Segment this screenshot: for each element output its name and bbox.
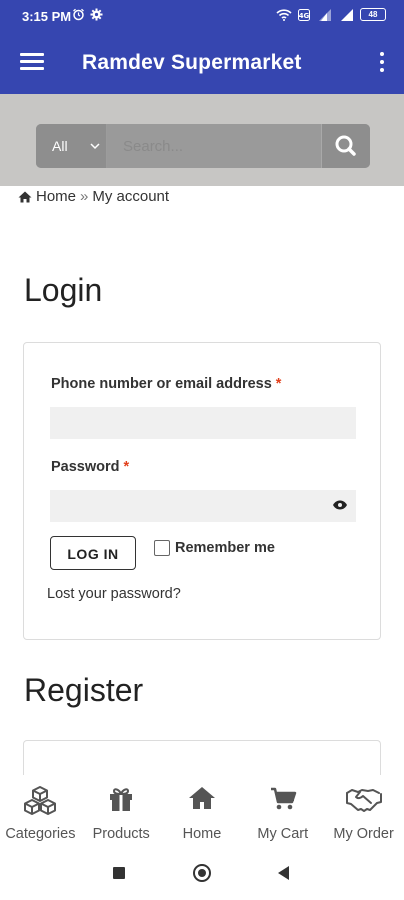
gift-icon [110, 788, 133, 811]
svg-text:4G: 4G [299, 12, 310, 20]
hamburger-menu-icon[interactable] [20, 53, 44, 73]
password-field[interactable] [50, 490, 356, 522]
required-mark-password: * [123, 459, 130, 475]
search-button[interactable] [321, 124, 370, 168]
chevron-down-icon [90, 124, 100, 168]
cubes-icon [24, 786, 57, 815]
remember-me-checkbox[interactable] [154, 540, 170, 556]
nav-categories[interactable]: Categories [0, 775, 81, 847]
alarm-icon [73, 8, 84, 21]
recent-apps-icon[interactable] [113, 867, 125, 879]
cart-icon [270, 787, 297, 810]
password-label: Password * [51, 459, 130, 475]
home-icon [188, 787, 215, 809]
signal-icon [319, 8, 331, 21]
login-heading: Login [24, 272, 103, 308]
wifi-icon [276, 8, 292, 21]
remember-me-label: Remember me [175, 540, 275, 556]
breadcrumb-current: My account [92, 188, 170, 205]
lost-password-link[interactable]: Lost your password? [47, 586, 181, 602]
system-home-icon[interactable] [193, 864, 211, 882]
nav-label: Categories [5, 826, 76, 842]
login-button[interactable]: LOG IN [50, 536, 136, 570]
remember-me[interactable]: Remember me [154, 540, 275, 556]
username-field[interactable] [50, 407, 356, 439]
category-select-value: All [52, 138, 68, 154]
nav-products[interactable]: Products [81, 775, 162, 847]
breadcrumb-home-link[interactable]: Home [36, 188, 76, 205]
system-nav-bar [0, 847, 404, 900]
show-password-icon[interactable] [332, 499, 348, 511]
nav-home[interactable]: Home [162, 775, 243, 847]
status-time: 3:15 PM [22, 9, 72, 24]
breadcrumb: Home » My account [18, 188, 169, 205]
search-bar: All [36, 124, 370, 168]
back-icon[interactable] [278, 866, 289, 880]
home-icon [18, 191, 32, 202]
category-select[interactable]: All [36, 124, 106, 168]
nav-my-order[interactable]: My Order [323, 775, 404, 847]
nav-label: My Cart [257, 826, 309, 842]
handshake-icon [345, 789, 382, 812]
required-mark: * [275, 376, 282, 392]
search-section: All [0, 94, 404, 186]
nav-label: Products [92, 826, 150, 842]
login-form: Phone number or email address * Password *… [23, 342, 381, 640]
nav-label: Home [182, 826, 222, 842]
volte-icon: 4G [298, 8, 310, 21]
signal-icon-2 [341, 8, 353, 21]
username-label: Phone number or email address * [51, 376, 282, 392]
status-bar: 3:15 PM 4G 48 [0, 0, 404, 34]
register-heading: Register [24, 672, 144, 708]
settings-icon [90, 8, 103, 21]
nav-my-cart[interactable]: My Cart [242, 775, 323, 847]
search-input[interactable] [107, 124, 322, 168]
battery-icon: 48 [360, 8, 386, 21]
search-icon [335, 135, 356, 156]
more-vert-icon[interactable] [378, 52, 386, 76]
register-form [23, 740, 381, 780]
nav-label: My Order [333, 826, 394, 842]
bottom-nav: Categories Products Home My Cart My Orde… [0, 775, 404, 847]
breadcrumb-separator: » [80, 188, 89, 205]
app-bar: Ramdev Supermarket [0, 34, 404, 94]
app-title: Ramdev Supermarket [82, 51, 302, 74]
